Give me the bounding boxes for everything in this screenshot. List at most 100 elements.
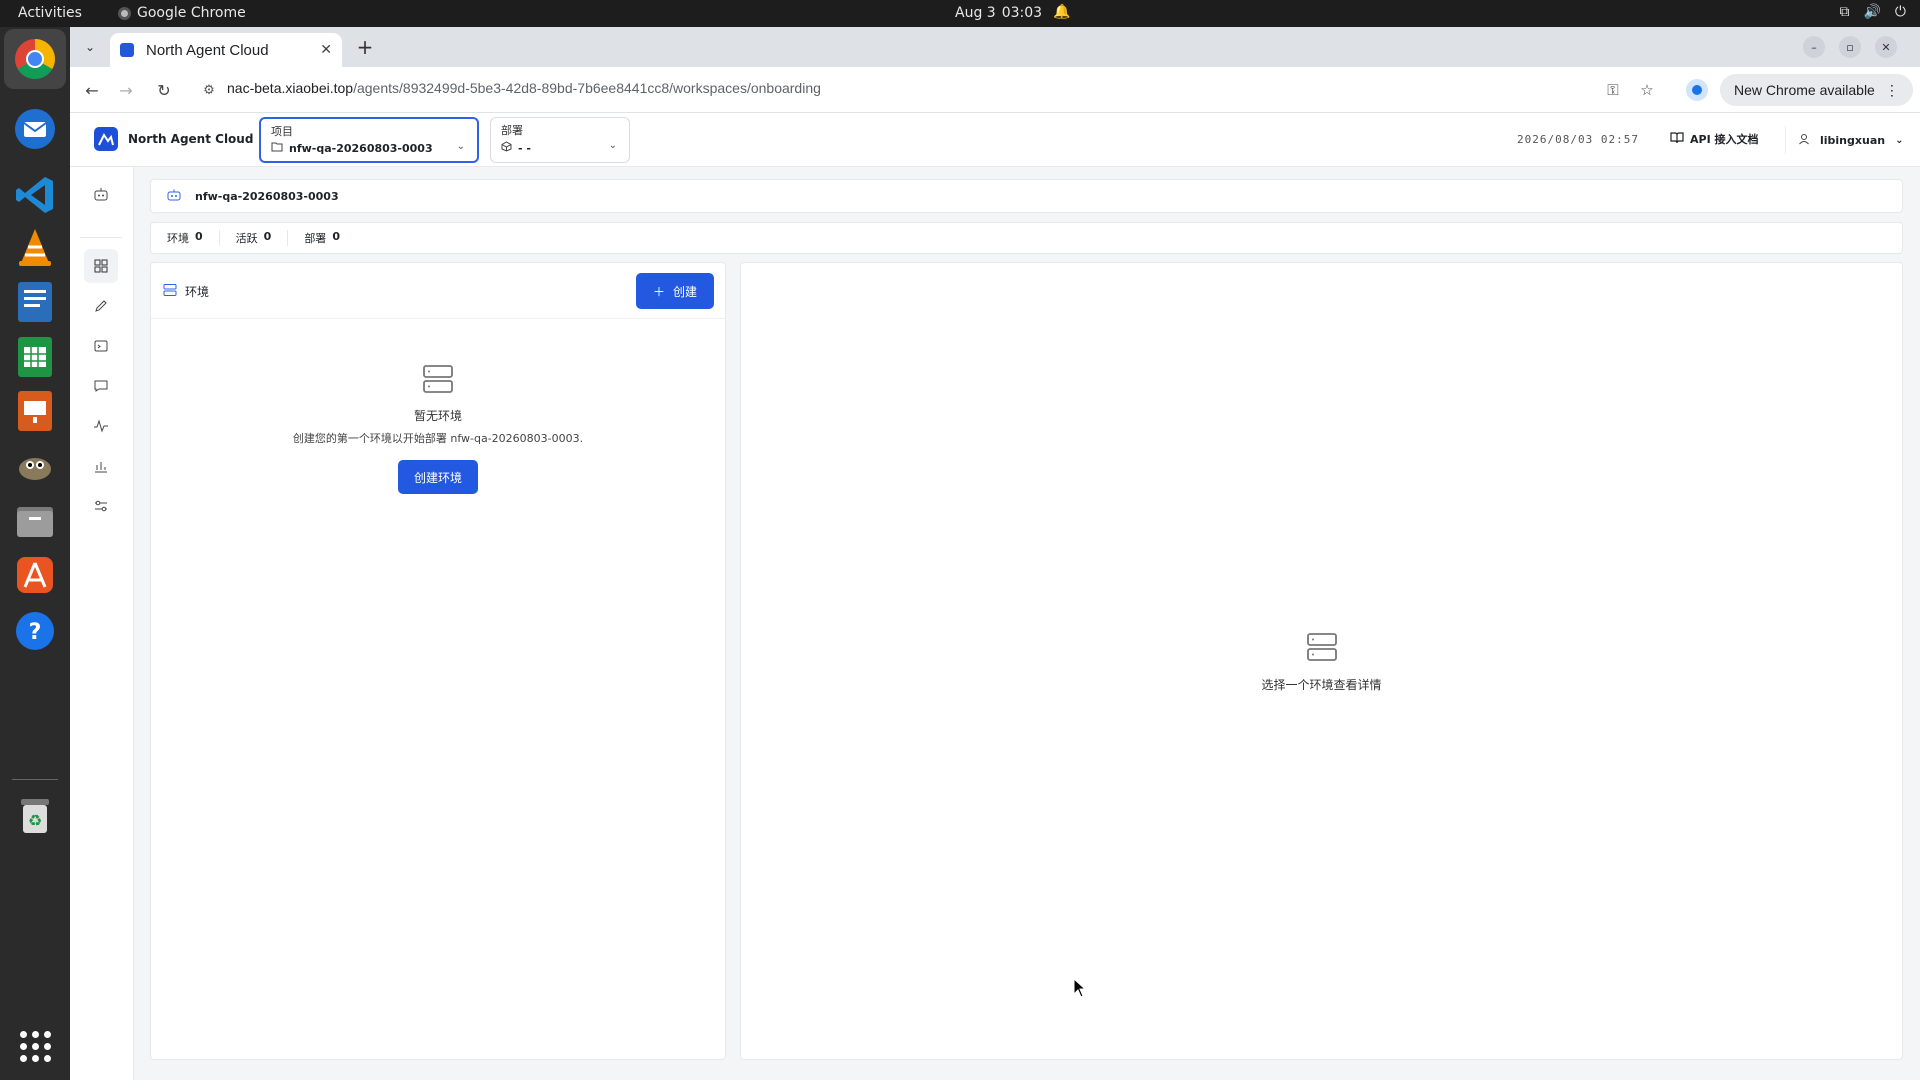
- volume-icon: 🔊: [1863, 4, 1881, 20]
- gimp-icon: [19, 458, 51, 480]
- environment-detail-panel: 选择一个环境查看详情: [740, 262, 1903, 1060]
- chrome-update-button[interactable]: New Chrome available ⋮: [1720, 74, 1913, 106]
- stat-label: 部署: [304, 232, 327, 245]
- writer-icon: [18, 282, 52, 322]
- brand[interactable]: North Agent Cloud: [94, 127, 253, 151]
- nav-edit-pencil-icon[interactable]: [84, 289, 118, 323]
- dock-impress[interactable]: [11, 387, 59, 435]
- update-label: New Chrome available: [1734, 82, 1875, 98]
- bookmark-star-icon[interactable]: ☆: [1635, 78, 1659, 102]
- files-icon: [17, 507, 53, 537]
- nav-terminal-icon[interactable]: [84, 329, 118, 363]
- header-timestamp: 2026/08/03 02:57: [1517, 133, 1639, 146]
- environment-list-panel: 环境 ＋ 创建 暂无环境 创建您的第一个环境以开始部署 nfw-qa-20260…: [150, 262, 726, 1060]
- create-environment-button[interactable]: 创建环境: [397, 460, 478, 494]
- calc-icon: [18, 337, 52, 377]
- create-button-label: 创建: [673, 284, 698, 299]
- project-selector[interactable]: 项目 nfw-qa-20260803-0003 ⌄: [259, 117, 479, 163]
- vscode-icon: [16, 177, 53, 213]
- nav-agent-bot-icon[interactable]: [84, 177, 118, 211]
- create-button[interactable]: ＋ 创建: [636, 273, 714, 309]
- panel-title: 环境: [185, 285, 210, 299]
- nav-activity-icon[interactable]: [84, 409, 118, 443]
- clock-time: 03:03: [1001, 5, 1043, 21]
- dock-trash[interactable]: ♻: [11, 791, 59, 839]
- dock-files[interactable]: [11, 497, 59, 545]
- dock-chrome[interactable]: [4, 29, 66, 89]
- app-menu-label: Google Chrome: [137, 5, 246, 21]
- app-root: North Agent Cloud 项目 nfw-qa-20260803-000…: [70, 113, 1920, 1080]
- dock-vlc[interactable]: [11, 223, 59, 271]
- api-docs-label: API 接入文档: [1690, 133, 1759, 146]
- nav-dashboard-icon[interactable]: [84, 249, 118, 283]
- dock-gimp[interactable]: [11, 441, 59, 489]
- project-value: nfw-qa-20260803-0003: [289, 142, 433, 155]
- dock-help[interactable]: ?: [11, 607, 59, 655]
- dock-vscode[interactable]: [11, 171, 59, 219]
- server-stack-icon: [1306, 633, 1338, 666]
- stat-deployments: 部署 0: [304, 230, 356, 246]
- dock-calc[interactable]: [11, 333, 59, 381]
- clock-date: Aug 3: [955, 5, 996, 21]
- dock-thunderbird[interactable]: [11, 105, 59, 153]
- nav-divider: [80, 237, 122, 238]
- stat-value: 0: [332, 230, 340, 243]
- project-label: 项目: [271, 125, 293, 138]
- tab-strip: ⌄ North Agent Cloud ✕ + – ▫ ✕: [70, 27, 1920, 67]
- minimize-icon[interactable]: –: [1803, 36, 1825, 58]
- stats-bar: 环境 0 活跃 0 部署 0: [150, 222, 1903, 254]
- tab-close-icon[interactable]: ✕: [320, 42, 332, 58]
- show-apps-button[interactable]: [11, 1022, 59, 1070]
- app-menu[interactable]: Google Chrome: [118, 5, 246, 21]
- activities-button[interactable]: Activities: [18, 5, 82, 21]
- dock-writer[interactable]: [11, 278, 59, 326]
- window-close-icon[interactable]: ✕: [1875, 36, 1897, 58]
- chrome-icon: [15, 39, 55, 79]
- dock: ? ♻: [0, 27, 70, 1080]
- brand-name: North Agent Cloud: [128, 132, 254, 146]
- app-sidebar: [70, 167, 134, 1080]
- bot-icon: [167, 189, 181, 204]
- dock-app-center[interactable]: [11, 551, 59, 599]
- system-tray[interactable]: ⧉ 🔊 ⏻: [1839, 4, 1906, 20]
- thunderbird-icon: [15, 109, 55, 149]
- empty-state: 暂无环境 创建您的第一个环境以开始部署 nfw-qa-20260803-0003…: [151, 363, 725, 494]
- clock[interactable]: Aug 3 03:03: [955, 5, 1042, 21]
- stat-value: 0: [263, 230, 272, 243]
- panel-header: 环境 ＋ 创建: [151, 263, 725, 319]
- address-bar[interactable]: nac-beta.xiaobei.top/agents/8932499d-5be…: [227, 80, 821, 96]
- trash-icon: ♻: [21, 799, 49, 833]
- profile-avatar-icon[interactable]: [1686, 79, 1708, 101]
- nav-settings-sliders-icon[interactable]: [84, 489, 118, 523]
- site-info-icon[interactable]: ⚙: [197, 78, 221, 102]
- book-icon: [1670, 131, 1684, 147]
- nav-chat-icon[interactable]: [84, 369, 118, 403]
- password-key-icon[interactable]: ⚿: [1601, 78, 1625, 102]
- url-host: nac-beta.xiaobei.top: [227, 80, 354, 96]
- grid-icon: [19, 1030, 51, 1062]
- back-icon[interactable]: ←: [80, 78, 104, 102]
- forward-icon[interactable]: →: [114, 78, 138, 102]
- restore-icon[interactable]: ▫: [1839, 36, 1861, 58]
- power-icon: ⏻: [1894, 4, 1906, 20]
- tab-search-chevron-icon[interactable]: ⌄: [78, 35, 102, 59]
- api-docs-link[interactable]: API 接入文档: [1670, 131, 1759, 147]
- folder-icon: [271, 142, 283, 155]
- stat-active: 活跃 0: [236, 230, 289, 246]
- svg-text:?: ?: [29, 620, 42, 645]
- app-header: North Agent Cloud 项目 nfw-qa-20260803-000…: [70, 113, 1920, 167]
- svg-text:♻: ♻: [28, 811, 42, 830]
- deploy-selector[interactable]: 部署 - - ⌄: [490, 117, 630, 163]
- nav-bar-chart-icon[interactable]: [84, 449, 118, 483]
- user-name: libingxuan: [1820, 133, 1886, 147]
- tab-north-agent-cloud[interactable]: North Agent Cloud ✕: [110, 33, 342, 67]
- user-icon: [1798, 133, 1810, 148]
- user-menu[interactable]: libingxuan ⌄: [1785, 126, 1905, 154]
- new-tab-button[interactable]: +: [352, 34, 378, 60]
- kebab-menu-icon: ⋮: [1884, 81, 1899, 98]
- app-center-icon: [17, 557, 53, 593]
- reload-icon[interactable]: ↻: [152, 78, 176, 102]
- notification-bell-icon[interactable]: 🔔: [1053, 4, 1070, 20]
- workspace-name: nfw-qa-20260803-0003: [195, 189, 339, 203]
- vlc-icon: [19, 229, 51, 266]
